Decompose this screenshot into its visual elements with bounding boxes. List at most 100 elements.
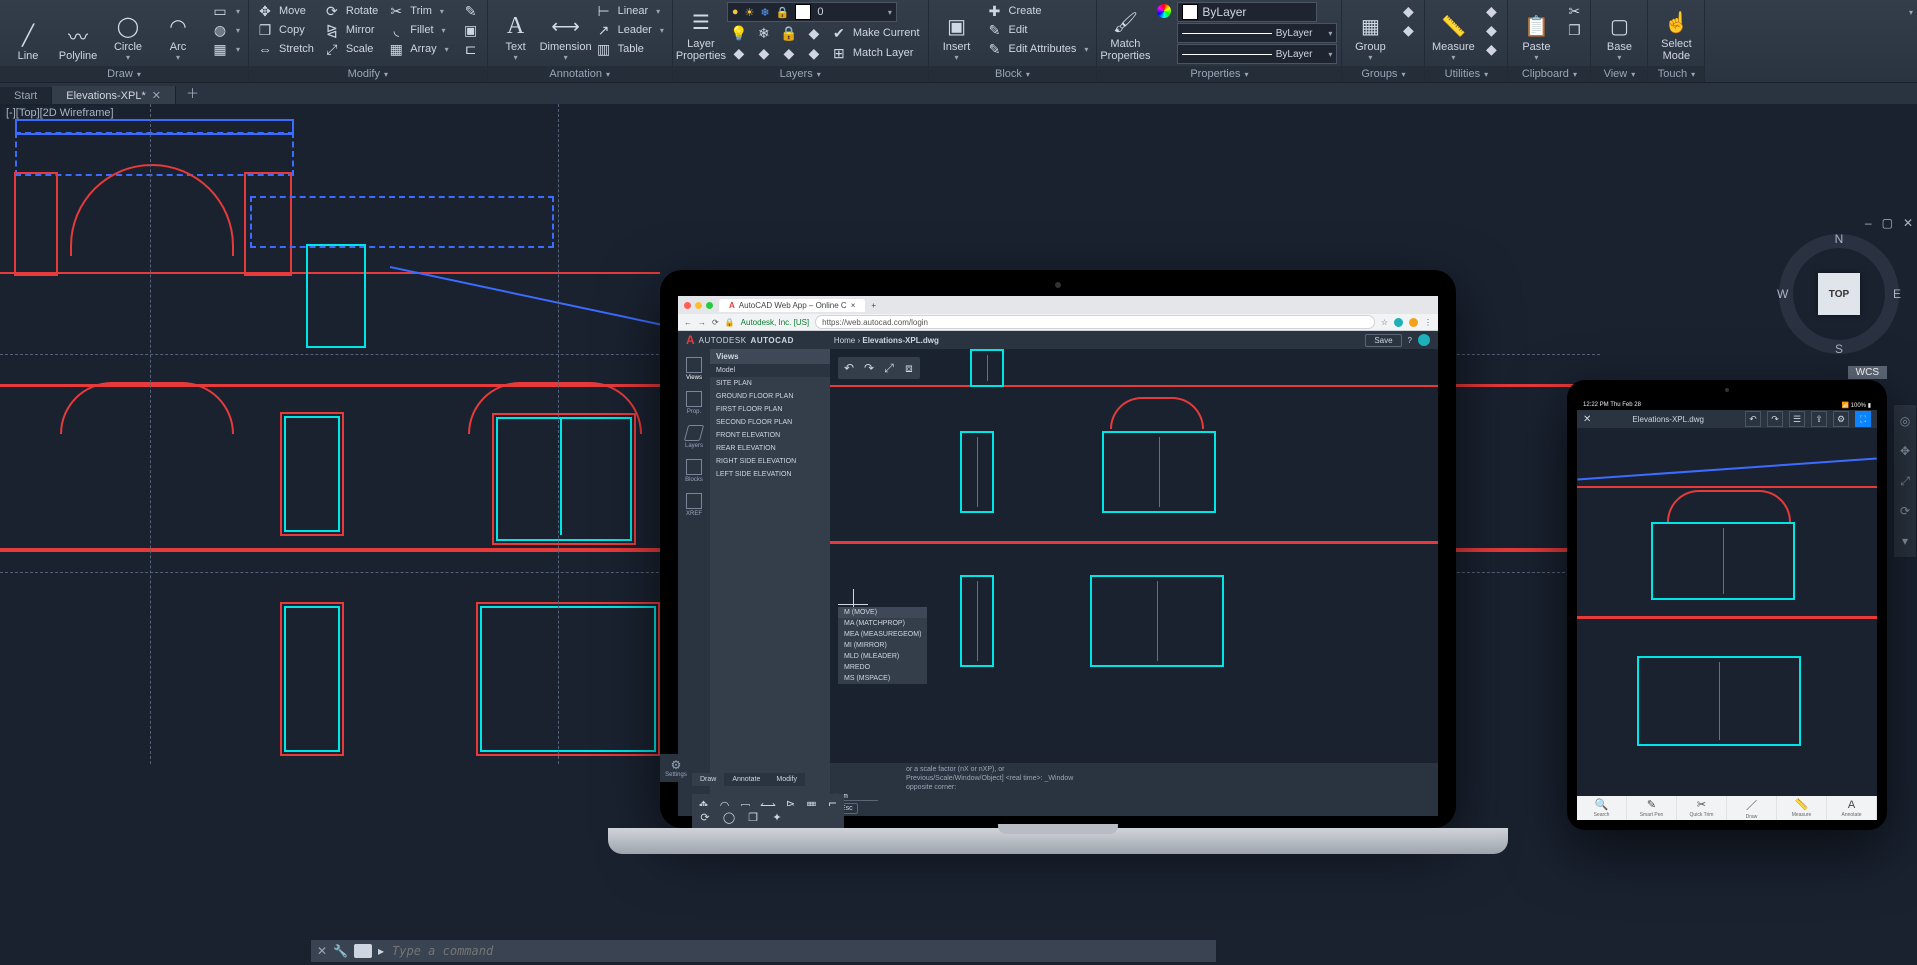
ac-mld[interactable]: MLD (MLEADER): [838, 651, 927, 662]
settings-button[interactable]: ⚙ Settings: [678, 754, 692, 782]
viewcube-s[interactable]: S: [1835, 342, 1843, 356]
ac-mredo[interactable]: MREDO: [838, 662, 927, 673]
offset-tool[interactable]: ⊏: [459, 40, 483, 58]
mac-close[interactable]: [684, 302, 691, 309]
tb-draw[interactable]: ／Draw: [1727, 796, 1777, 820]
line-tool[interactable]: ╱ Line: [4, 2, 52, 62]
views-model[interactable]: Model: [710, 364, 830, 377]
views-second[interactable]: SECOND FLOOR PLAN: [710, 416, 830, 429]
nav-orbit[interactable]: ⟳: [1897, 503, 1913, 519]
layer-misc2[interactable]: ◆: [727, 44, 751, 62]
tablet-layers[interactable]: ☰: [1789, 411, 1805, 427]
tool-copy[interactable]: ❐: [746, 810, 760, 816]
ext-icon-1[interactable]: [1394, 318, 1403, 327]
layer-off-tool[interactable]: 💡: [727, 24, 751, 42]
layer-freeze-tool[interactable]: ❄: [752, 24, 776, 42]
command-line[interactable]: ✕ 🔧 ▸: [310, 939, 1217, 963]
views-site[interactable]: SITE PLAN: [710, 377, 830, 390]
rotate-tool[interactable]: ⟳Rotate: [320, 2, 382, 20]
views-left[interactable]: LEFT SIDE ELEVATION: [710, 468, 830, 481]
tab-start[interactable]: Start: [0, 87, 52, 105]
viewcube-e[interactable]: E: [1893, 287, 1901, 301]
tablet-export[interactable]: ⇪: [1811, 411, 1827, 427]
view-cube[interactable]: TOP N S E W: [1779, 234, 1899, 354]
circle-tool[interactable]: ◯ Circle ▾: [104, 2, 152, 62]
views-ground[interactable]: GROUND FLOOR PLAN: [710, 390, 830, 403]
text-tool[interactable]: A Text ▾: [492, 2, 540, 62]
views-rear[interactable]: REAR ELEVATION: [710, 442, 830, 455]
fit-button[interactable]: ⤢: [880, 359, 898, 377]
browser-tab[interactable]: A AutoCAD Web App – Online C ×: [719, 299, 865, 312]
edit-block-tool[interactable]: ✎Edit: [983, 21, 1093, 39]
copy-tool[interactable]: ❐Copy: [253, 21, 318, 39]
command-input[interactable]: [390, 943, 1210, 959]
browser-back[interactable]: ←: [684, 318, 692, 327]
panel-title-draw[interactable]: Draw: [0, 66, 248, 82]
rail-views[interactable]: Views: [686, 355, 702, 383]
ac-ms[interactable]: MS (MSPACE): [838, 673, 927, 684]
edit-attributes-tool[interactable]: ✎Edit Attributes▾: [983, 40, 1093, 58]
palette-tab-modify[interactable]: Modify: [768, 773, 805, 786]
ext-icon-2[interactable]: [1409, 318, 1418, 327]
stretch-tool[interactable]: ⇔Stretch: [253, 40, 318, 58]
panel-title-layers[interactable]: Layers: [673, 66, 928, 82]
layer-misc3[interactable]: ◆: [752, 44, 776, 62]
tab-file[interactable]: Elevations-XPL* ✕: [52, 86, 176, 105]
trim-tool[interactable]: ✂Trim▾: [384, 2, 452, 20]
leader-tool[interactable]: ↗Leader▾: [592, 21, 668, 39]
cmd-wrench-icon[interactable]: 🔧: [333, 944, 348, 958]
cmd-close-icon[interactable]: ✕: [317, 944, 327, 958]
undo-button[interactable]: ↶: [840, 359, 858, 377]
tablet-undo[interactable]: ↶: [1745, 411, 1761, 427]
tablet-fullscreen[interactable]: ⛶: [1855, 411, 1871, 427]
table-tool[interactable]: ▥Table: [592, 40, 668, 58]
group-tool[interactable]: ▦ Group ▾: [1346, 2, 1394, 62]
web-drawing-view[interactable]: ↶ ↷ ⤢ ⧈ M (MOVE) MA (MATCHPROP): [830, 349, 1438, 816]
rail-layers[interactable]: Layers: [685, 423, 703, 451]
save-button[interactable]: Save: [1365, 334, 1401, 347]
tablet-close[interactable]: ✕: [1583, 414, 1591, 425]
paste-tool[interactable]: 📋 Paste ▾: [1512, 2, 1560, 62]
browser-forward[interactable]: →: [698, 318, 706, 327]
group-sub2[interactable]: ◆: [1396, 21, 1420, 39]
panel-title-groups[interactable]: Groups: [1342, 66, 1424, 82]
measure-tool[interactable]: 📏 Measure ▾: [1429, 2, 1477, 62]
linear-tool[interactable]: ⊢Linear▾: [592, 2, 668, 20]
viewcube-w[interactable]: W: [1777, 287, 1788, 301]
ac-mi[interactable]: MI (MIRROR): [838, 640, 927, 651]
explode-tool[interactable]: ▣: [459, 21, 483, 39]
browser-reload[interactable]: ⟳: [712, 318, 719, 327]
tb-annotate[interactable]: AAnnotate: [1827, 796, 1877, 820]
mac-traffic-lights[interactable]: [684, 302, 713, 309]
tab-close-icon[interactable]: ✕: [152, 89, 161, 102]
browser-star[interactable]: ☆: [1381, 318, 1388, 327]
rail-xref[interactable]: XREF: [686, 491, 702, 519]
tool-rotate[interactable]: ⟳: [698, 810, 712, 816]
rail-prop[interactable]: Prop.: [686, 389, 702, 417]
tablet-redo[interactable]: ↷: [1767, 411, 1783, 427]
layer-misc4[interactable]: ◆: [777, 44, 801, 62]
tab-add[interactable]: ＋: [176, 80, 209, 105]
dimension-tool[interactable]: ⟷ Dimension ▾: [542, 2, 590, 62]
make-current-tool[interactable]: ✔Make Current: [827, 24, 924, 42]
create-block-tool[interactable]: ✚Create: [983, 2, 1093, 20]
move-tool[interactable]: ✥Move: [253, 2, 318, 20]
tb-search[interactable]: 🔍Search: [1577, 796, 1627, 820]
mac-max[interactable]: [706, 302, 713, 309]
viewcube-n[interactable]: N: [1835, 232, 1844, 246]
insert-tool[interactable]: ▣ Insert ▾: [933, 2, 981, 62]
rail-blocks[interactable]: Blocks: [685, 457, 703, 485]
polyline-tool[interactable]: 〰 Polyline: [54, 2, 102, 62]
layer-dropdown[interactable]: ●☀❄🔒 0 ▾: [727, 2, 897, 22]
fillet-tool[interactable]: ◟Fillet▾: [384, 21, 452, 39]
util-sub3[interactable]: ◆: [1479, 40, 1503, 58]
address-bar[interactable]: [815, 315, 1375, 329]
group-sub1[interactable]: ◆: [1396, 2, 1420, 20]
nav-zoom[interactable]: ⤢: [1897, 473, 1913, 489]
scale-tool[interactable]: ⤢Scale: [320, 40, 382, 58]
crumb-home[interactable]: Home: [834, 336, 855, 345]
ac-mea[interactable]: MEA (MEASUREGEOM): [838, 629, 927, 640]
hatch-tool[interactable]: ▦▾: [208, 40, 244, 58]
mirror-tool[interactable]: ⧎Mirror: [320, 21, 382, 39]
panel-title-utilities[interactable]: Utilities: [1425, 66, 1507, 82]
